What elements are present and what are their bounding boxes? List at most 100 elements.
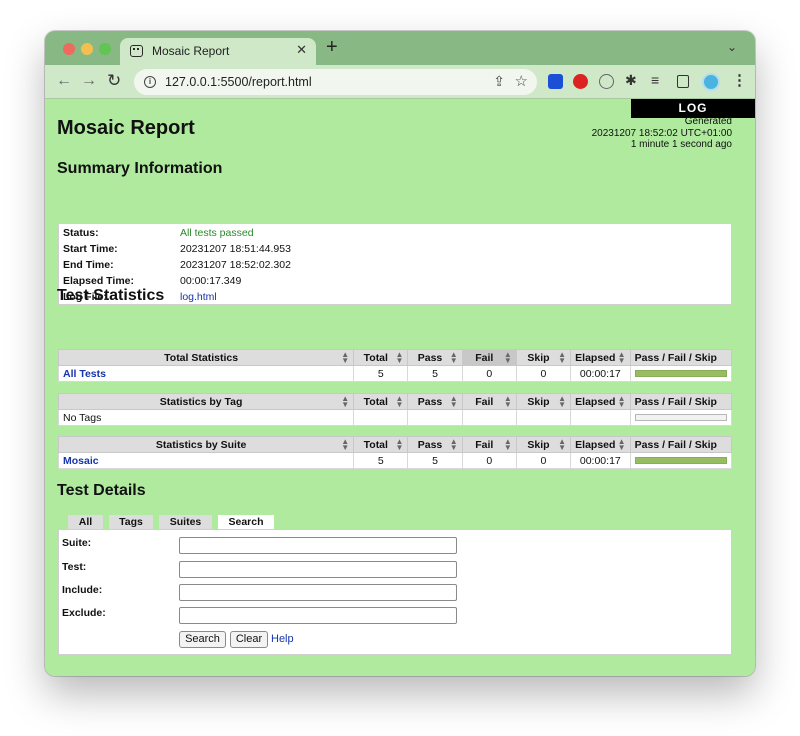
fail-cell (461, 409, 517, 426)
url-text[interactable]: 127.0.0.1:5500/report.html (165, 75, 312, 89)
exclude-label: Exclude: (62, 607, 106, 619)
generated-label: Generated (684, 116, 732, 127)
back-arrow-icon[interactable]: ← (56, 72, 72, 90)
sort-icon: ▲ ▼ (341, 350, 350, 365)
sort-icon: ▲ ▼ (503, 437, 512, 452)
generated-info: Generated 20231207 18:52:02 UTC+01:00 1 … (592, 116, 732, 151)
column-header-skip[interactable]: Skip ▲ ▼ (515, 393, 572, 410)
sort-icon: ▲ ▼ (558, 437, 567, 452)
graph-cell (629, 365, 733, 382)
sort-icon: ▲ ▼ (617, 437, 626, 452)
column-header-graph[interactable]: Pass / Fail / Skip (629, 349, 733, 366)
search-button[interactable]: Search (179, 631, 226, 648)
column-header-elapsed[interactable]: Elapsed ▲ ▼ (570, 349, 631, 366)
extensions-puzzle-icon[interactable]: ✱ (625, 72, 640, 88)
stat-name-cell: Mosaic (57, 452, 355, 469)
column-header-graph[interactable]: Pass / Fail / Skip (629, 436, 733, 453)
fail-cell: 0 (461, 452, 517, 469)
help-link[interactable]: Help (271, 633, 294, 645)
column-header-total[interactable]: Total ▲ ▼ (353, 349, 409, 366)
elapsed-time-value: 00:00:17.349 (180, 275, 242, 287)
extension-blue-icon[interactable] (548, 74, 563, 89)
column-header-graph[interactable]: Pass / Fail / Skip (629, 393, 733, 410)
column-header-elapsed[interactable]: Elapsed ▲ ▼ (570, 393, 631, 410)
sort-icon: ▲ ▼ (449, 394, 458, 409)
column-header-fail[interactable]: Fail ▲ ▼ (461, 349, 517, 366)
log-file-link[interactable]: log.html (180, 291, 217, 303)
tab-title: Mosaic Report (152, 44, 230, 58)
bookmark-star-icon[interactable]: ☆ (515, 72, 528, 90)
sort-icon: ▲ ▼ (558, 394, 567, 409)
browser-toolbar: ← → ↻ i 127.0.0.1:5500/report.html ⇪ ☆ ✱… (45, 65, 755, 99)
reload-icon[interactable]: ↻ (107, 72, 121, 90)
site-info-icon[interactable]: i (144, 76, 156, 88)
exclude-input[interactable] (179, 607, 457, 624)
sort-icon: ▲ ▼ (503, 394, 512, 409)
column-header-fail[interactable]: Fail ▲ ▼ (461, 393, 517, 410)
graph-cell (629, 452, 733, 469)
column-header-total-statistics[interactable]: Total Statistics ▲ ▼ (57, 349, 355, 366)
column-header-pass[interactable]: Pass ▲ ▼ (407, 349, 463, 366)
sort-icon: ▲ ▼ (395, 350, 404, 365)
tag-statistics-table: Statistics by Tag ▲ ▼ Total ▲ ▼ Pass ▲ ▼ Fail ▲… (57, 393, 733, 426)
column-header-pass[interactable]: Pass ▲ ▼ (407, 393, 463, 410)
table-row: Mosaic 5 5 0 0 00:00:17 (57, 452, 733, 469)
summary-label: End Time: (63, 259, 114, 271)
stat-name-cell: No Tags (57, 409, 355, 426)
skip-cell (515, 409, 572, 426)
mosaic-suite-link[interactable]: Mosaic (63, 455, 99, 467)
suite-input[interactable] (179, 537, 457, 554)
tab-all[interactable]: All (68, 515, 103, 529)
column-header-statistics-by-suite[interactable]: Statistics by Suite ▲ ▼ (57, 436, 355, 453)
minimize-window-button[interactable] (81, 43, 93, 55)
total-cell: 5 (353, 452, 409, 469)
include-input[interactable] (179, 584, 457, 601)
elapsed-cell (570, 409, 631, 426)
include-label: Include: (62, 584, 103, 596)
tab-close-icon[interactable]: ✕ (296, 42, 307, 58)
extension-circle-icon[interactable] (599, 74, 614, 89)
column-header-statistics-by-tag[interactable]: Statistics by Tag ▲ ▼ (57, 393, 355, 410)
extension-red-icon[interactable] (573, 74, 588, 89)
close-window-button[interactable] (63, 43, 75, 55)
tab-tags[interactable]: Tags (109, 515, 153, 529)
column-header-total[interactable]: Total ▲ ▼ (353, 393, 409, 410)
tab-search[interactable]: Search (218, 515, 274, 530)
tab-suites[interactable]: Suites (159, 515, 212, 529)
summary-label: Start Time: (63, 243, 118, 255)
sort-icon: ▲ ▼ (503, 350, 512, 365)
test-label: Test: (62, 561, 87, 573)
sort-icon: ▲ ▼ (449, 437, 458, 452)
suite-label: Suite: (62, 537, 92, 549)
reading-list-icon[interactable]: ≡ (651, 72, 666, 88)
table-row: All Tests 5 5 0 0 00:00:17 (57, 365, 733, 382)
summary-label: Status: (63, 227, 99, 239)
column-header-skip[interactable]: Skip ▲ ▼ (515, 349, 572, 366)
profile-avatar-icon[interactable] (702, 73, 720, 91)
browser-menu-icon[interactable]: ⋮ (732, 71, 747, 89)
browser-tab[interactable]: Mosaic Report ✕ (120, 38, 316, 65)
total-statistics-table: Total Statistics ▲ ▼ Total ▲ ▼ Pass ▲ ▼ Fail ▲ ▼… (57, 349, 733, 382)
column-header-elapsed[interactable]: Elapsed ▲ ▼ (570, 436, 631, 453)
new-tab-button[interactable]: + (326, 37, 338, 57)
forward-arrow-icon[interactable]: → (81, 72, 97, 90)
all-tests-link[interactable]: All Tests (63, 368, 106, 380)
column-header-fail[interactable]: Fail ▲ ▼ (461, 436, 517, 453)
suite-statistics-table: Statistics by Suite ▲ ▼ Total ▲ ▼ Pass ▲ ▼ Fai… (57, 436, 733, 469)
column-header-total[interactable]: Total ▲ ▼ (353, 436, 409, 453)
elapsed-cell: 00:00:17 (570, 452, 631, 469)
pass-cell: 5 (407, 365, 463, 382)
maximize-window-button[interactable] (99, 43, 111, 55)
column-header-skip[interactable]: Skip ▲ ▼ (515, 436, 572, 453)
column-header-pass[interactable]: Pass ▲ ▼ (407, 436, 463, 453)
clear-button[interactable]: Clear (230, 631, 268, 648)
total-cell: 5 (353, 365, 409, 382)
tab-search-chevron-icon[interactable]: ⌄ (727, 40, 737, 54)
browser-window: Mosaic Report ✕ + ⌄ ← → ↻ i 127.0.0.1:55… (45, 31, 755, 676)
address-bar[interactable]: i 127.0.0.1:5500/report.html ⇪ ☆ (134, 69, 537, 95)
generated-timestamp: 20231207 18:52:02 UTC+01:00 (591, 127, 732, 139)
test-input[interactable] (179, 561, 457, 578)
share-icon[interactable]: ⇪ (493, 73, 505, 90)
total-cell (353, 409, 409, 426)
side-panel-icon[interactable] (677, 75, 689, 88)
